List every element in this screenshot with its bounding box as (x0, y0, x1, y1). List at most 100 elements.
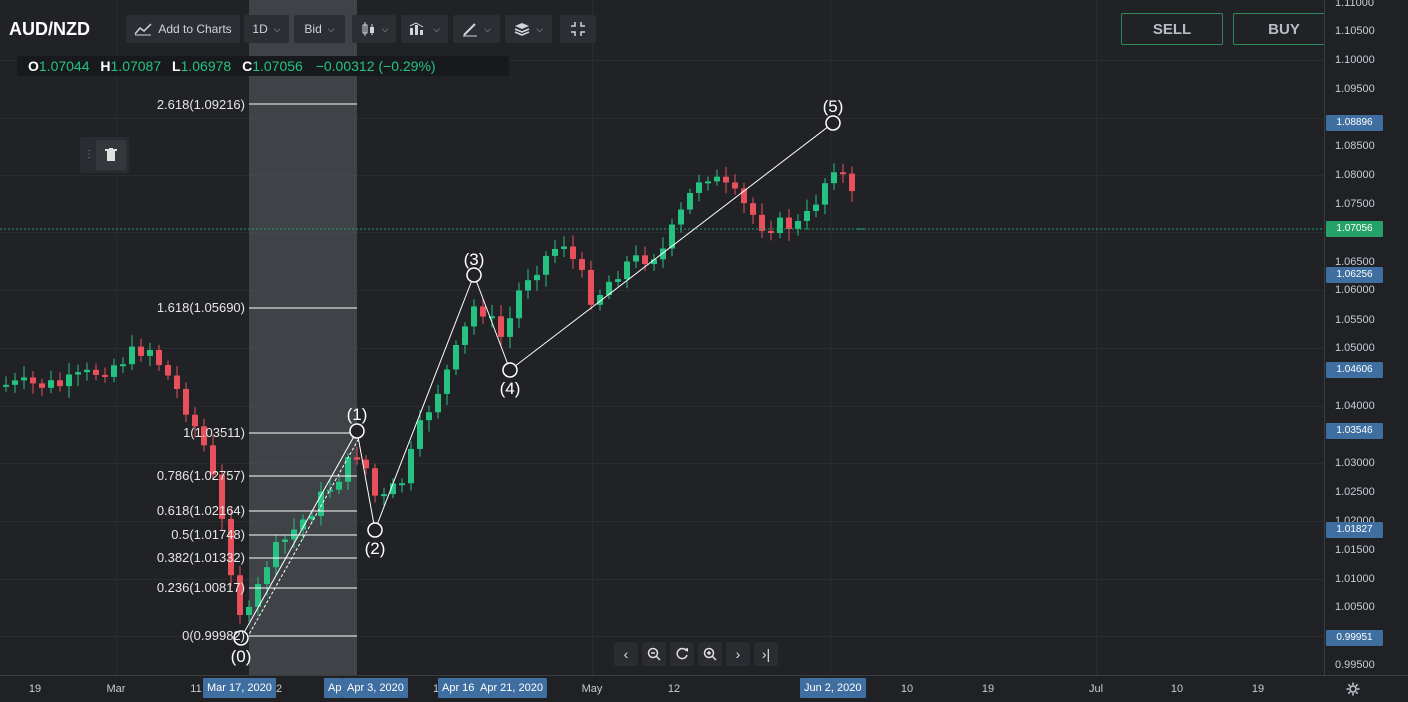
candle-body (615, 279, 621, 282)
chevron-down-icon: ⌵ (433, 24, 440, 34)
symbol-title[interactable]: AUD/NZD (9, 19, 90, 40)
candlestick-icon (362, 22, 374, 36)
candle-body (507, 318, 513, 337)
scroll-end-icon: ›| (761, 646, 771, 662)
price-axis[interactable]: 1.11000 1.10500 1.10000 1.09500 1.08500 … (1324, 0, 1408, 675)
candle-body (165, 365, 171, 376)
fib-label: 2.618(1.09216) (156, 97, 245, 112)
time-tick: May (581, 683, 603, 695)
candle-body (678, 209, 684, 225)
candle-body (444, 369, 450, 394)
time-tag: Apr 21, 2020 (476, 678, 547, 698)
candle-body (246, 606, 252, 616)
change-value: −0.00312 (−0.29%) (315, 58, 436, 74)
candle-body (660, 248, 666, 260)
candle-body (30, 377, 36, 384)
price-tick: 1.06000 (1335, 284, 1375, 296)
drawing-tools-button[interactable]: ⌵ (453, 15, 500, 43)
add-to-charts-button[interactable]: Add to Charts (126, 15, 240, 43)
chevron-down-icon: ⌵ (484, 24, 491, 34)
settings-icon[interactable] (1346, 682, 1360, 696)
wave-point-5 (825, 115, 841, 131)
low-value: 1.06978 (180, 58, 232, 74)
candle-body (336, 481, 342, 490)
candle-body (435, 393, 441, 413)
chart-type-button[interactable]: ⌵ (352, 15, 396, 43)
candle-body (84, 369, 90, 373)
scroll-left-button[interactable]: ‹ (614, 642, 638, 666)
collapse-button[interactable] (560, 15, 596, 43)
zoom-out-icon (647, 647, 661, 661)
wave-label-0: (0) (230, 647, 252, 666)
candle-body (786, 217, 792, 230)
reset-button[interactable] (670, 642, 694, 666)
time-tick: 2 (275, 683, 283, 695)
high-label: H (100, 58, 111, 74)
layers-button[interactable]: ⌵ (505, 15, 552, 43)
candle-body (633, 255, 639, 262)
time-tick: 19 (981, 683, 995, 695)
candle-body (354, 457, 360, 460)
price-tick: 1.02500 (1335, 486, 1375, 498)
fib-label: 0(0.99982) (182, 628, 245, 643)
candle-body (642, 255, 648, 265)
price-tick: 1.05500 (1335, 314, 1375, 326)
candle-body (57, 380, 63, 387)
candle-body (723, 176, 729, 183)
candle-body (426, 412, 432, 421)
candle-body (327, 489, 333, 492)
candle-body (453, 344, 459, 370)
close-value: 1.07056 (252, 58, 303, 74)
wave-point-2 (367, 522, 383, 538)
price-tick: 1.10500 (1335, 25, 1375, 37)
candle-body (75, 372, 81, 375)
candle-body (39, 383, 45, 388)
candle-body (570, 246, 576, 259)
wave-label-5: (5) (822, 97, 844, 116)
buy-button[interactable]: BUY (1233, 13, 1335, 45)
candle-body (750, 203, 756, 215)
time-tag: Ap (324, 678, 344, 698)
open-label: O (28, 58, 39, 74)
candle-body (840, 172, 846, 175)
candle-body (624, 261, 630, 280)
candle-body (93, 369, 99, 375)
candle-body (408, 448, 414, 484)
high-value: 1.07087 (110, 58, 162, 74)
interval-select[interactable]: 1D ⌵ (244, 15, 289, 43)
indicators-button[interactable]: ⌵ (401, 15, 448, 43)
candle-body (48, 380, 54, 388)
candle-body (111, 365, 117, 377)
scroll-right-button[interactable]: › (726, 642, 750, 666)
fib-label: 0.382(1.01332) (156, 550, 245, 565)
price-tick: 0.99500 (1335, 659, 1375, 671)
close-label: C (242, 58, 253, 74)
time-tag: Jun 2, 2020 (800, 678, 866, 698)
candle-body (174, 375, 180, 389)
price-tick: 1.08500 (1335, 140, 1375, 152)
zoom-in-button[interactable] (698, 642, 722, 666)
price-type-value: Bid (304, 22, 322, 36)
price-type-select[interactable]: Bid ⌵ (294, 15, 345, 43)
zoom-out-button[interactable] (642, 642, 666, 666)
candle-body (732, 182, 738, 189)
indicators-icon (409, 22, 424, 35)
candle-body (516, 290, 522, 319)
price-tick: 1.03000 (1335, 457, 1375, 469)
time-axis[interactable]: 19 Mar 11 2 1 May 12 10 19 Jul 10 19 Mar… (0, 675, 1408, 702)
price-tick: 1.07500 (1335, 198, 1375, 210)
scroll-to-end-button[interactable]: ›| (754, 642, 778, 666)
ohlc-bar: O1.07044 H1.07087 L1.06978 C1.07056 −0.0… (17, 56, 509, 76)
time-tick: 19 (28, 683, 42, 695)
price-tag: 0.99951 (1326, 630, 1383, 646)
chart-plot-area[interactable]: 2.618(1.09216) 1.618(1.05690) 1(1.03511)… (0, 0, 1324, 675)
delete-drawing-button[interactable] (96, 140, 126, 170)
candle-body (147, 349, 153, 356)
price-tick: 1.11000 (1335, 0, 1374, 9)
candle-body (462, 326, 468, 345)
price-tick: 1.10000 (1335, 54, 1375, 66)
candle-body (813, 204, 819, 211)
wave-point-4 (502, 362, 518, 378)
candle-body (138, 346, 144, 356)
sell-button[interactable]: SELL (1121, 13, 1223, 45)
